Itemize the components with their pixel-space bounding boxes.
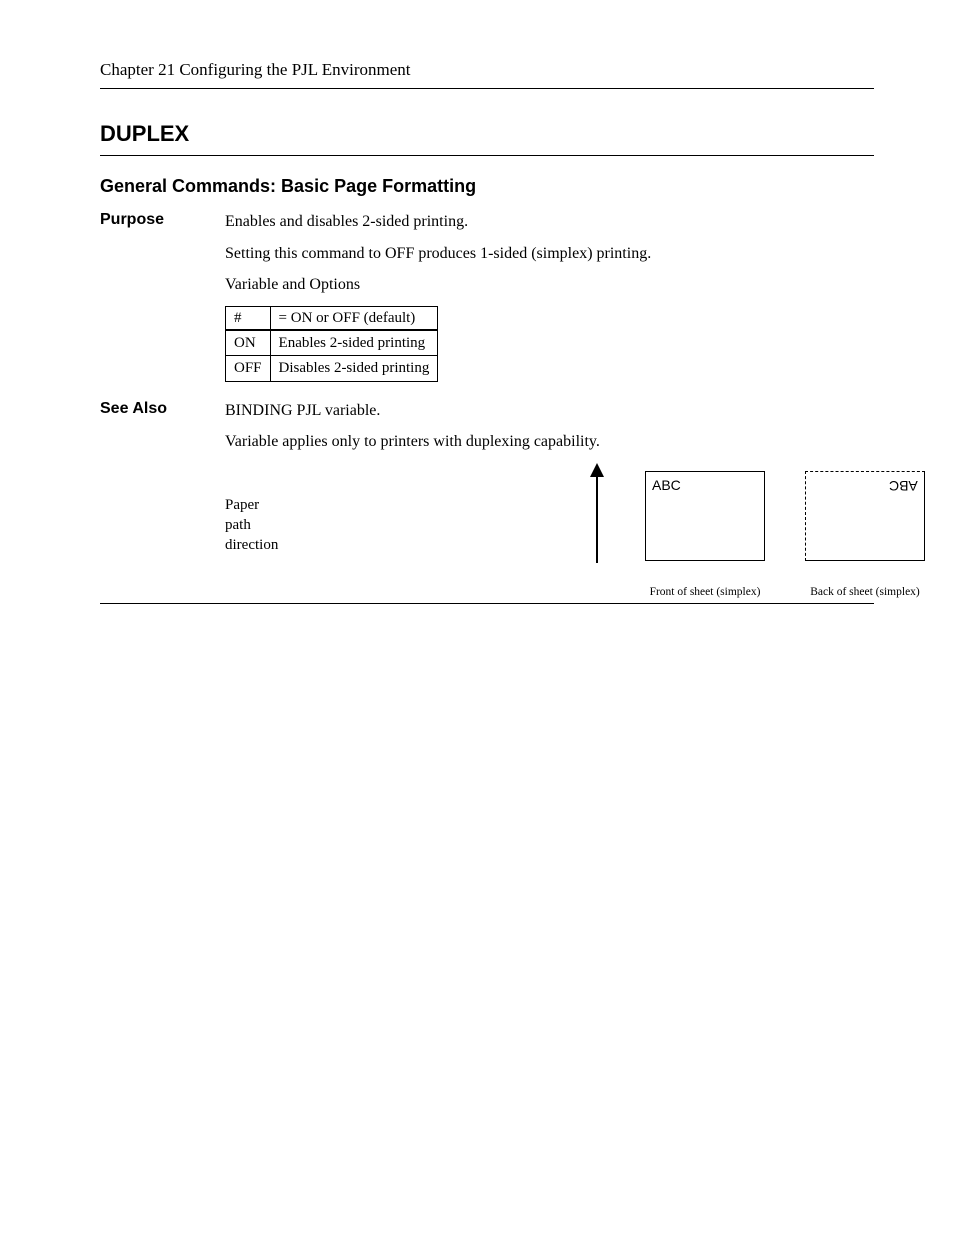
divider-under-title <box>100 155 874 156</box>
table-cell-key: ON <box>226 330 271 356</box>
caption-front: Front of sheet (simplex) <box>635 585 775 601</box>
see-also-line-1: BINDING PJL variable. <box>225 400 874 422</box>
arrow-up-icon <box>587 463 607 563</box>
table-cell-value: Enables 2-sided printing <box>270 330 438 356</box>
purpose-body: Enables and disables 2-sided printing. S… <box>225 211 874 382</box>
sheet-front: ABC <box>645 471 765 561</box>
see-also-label: See Also <box>100 400 225 418</box>
table-header-col2: = ON or OFF (default) <box>270 306 438 330</box>
table-header-col1: # <box>226 306 271 330</box>
divider-bottom <box>100 603 874 604</box>
purpose-line-1: Enables and disables 2-sided printing. <box>225 211 874 233</box>
table-cell-value: Disables 2-sided printing <box>270 356 438 381</box>
sheet-front-text: ABC <box>652 476 681 495</box>
table-row: ON Enables 2-sided printing <box>226 330 438 356</box>
purpose-line-3: Variable and Options <box>225 274 874 296</box>
sheet-back: ABC <box>805 471 925 561</box>
caption-back: Back of sheet (simplex) <box>795 585 935 601</box>
subsection-heading: General Commands: Basic Page Formatting <box>100 176 874 197</box>
divider-top <box>100 88 874 89</box>
chapter-header: Chapter 21 Configuring the PJL Environme… <box>100 60 874 80</box>
page-title: DUPLEX <box>100 121 874 147</box>
purpose-line-2: Setting this command to OFF produces 1-s… <box>225 243 874 265</box>
purpose-label: Purpose <box>100 211 225 229</box>
table-row: OFF Disables 2-sided printing <box>226 356 438 381</box>
see-also-line-2: Variable applies only to printers with d… <box>225 431 874 453</box>
figure: Paper path direction ABC ABC Front of sh… <box>225 463 874 593</box>
table-header-row: # = ON or OFF (default) <box>226 306 438 330</box>
paper-path-label: Paper path direction <box>225 495 278 556</box>
options-table: # = ON or OFF (default) ON Enables 2-sid… <box>225 306 438 382</box>
table-cell-key: OFF <box>226 356 271 381</box>
see-also-body: BINDING PJL variable. Variable applies o… <box>225 400 874 593</box>
sheet-back-text: ABC <box>889 476 918 495</box>
